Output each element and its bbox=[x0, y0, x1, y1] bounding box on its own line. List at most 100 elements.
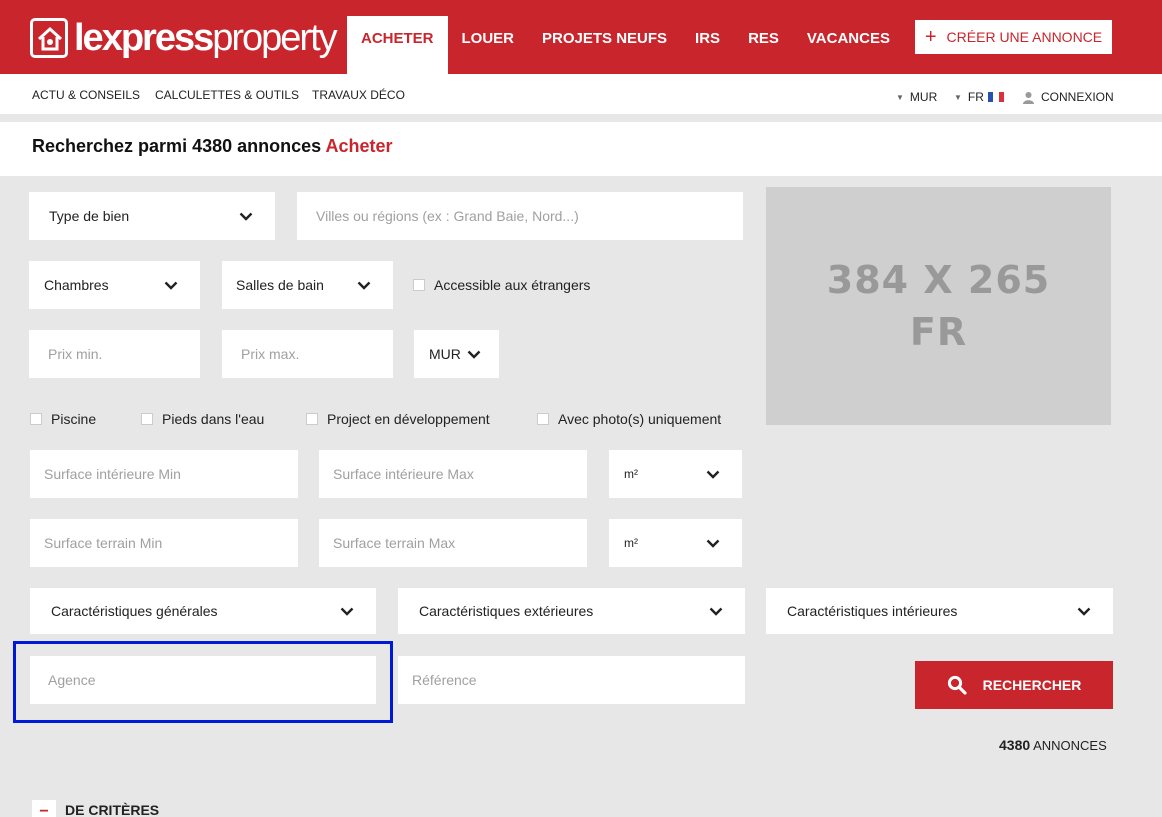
interior-surface-min-input[interactable] bbox=[30, 450, 298, 498]
with-photos-checkbox[interactable]: Avec photo(s) uniquement bbox=[537, 411, 721, 427]
price-min-input[interactable] bbox=[29, 330, 200, 378]
ad-lang-text: FR bbox=[909, 310, 968, 354]
minus-icon[interactable]: − bbox=[32, 800, 56, 817]
top-header: lexpressproperty ACHETER LOUER PROJETS N… bbox=[0, 0, 1162, 74]
criteria-label: DE CRITÈRES bbox=[65, 802, 160, 817]
criteria-toggle[interactable]: − DE CRITÈRES bbox=[32, 796, 159, 817]
currency-label: MUR bbox=[909, 90, 938, 104]
waterfront-checkbox[interactable]: Pieds dans l'eau bbox=[141, 411, 264, 427]
tab-acheter[interactable]: ACHETER bbox=[347, 16, 448, 74]
interior-surface-min-field[interactable] bbox=[30, 450, 298, 498]
caret-down-icon: ▼ bbox=[896, 92, 904, 102]
reference-input[interactable] bbox=[398, 656, 745, 704]
agency-input[interactable] bbox=[30, 656, 376, 704]
results-number: 4380 bbox=[999, 737, 1031, 753]
foreigners-label: Accessible aux étrangers bbox=[434, 277, 591, 293]
bedrooms-label: Chambres bbox=[44, 277, 109, 293]
agency-field[interactable] bbox=[30, 656, 376, 704]
login-label: CONNEXION bbox=[1041, 90, 1114, 104]
land-surface-max-field[interactable] bbox=[319, 519, 587, 567]
link-actu-conseils[interactable]: ACTU & CONSEILS bbox=[32, 88, 140, 102]
interior-unit-select[interactable]: m² bbox=[609, 450, 742, 498]
results-label: ANNONCES bbox=[1033, 738, 1107, 753]
development-project-label: Project en développement bbox=[327, 411, 490, 427]
link-calculettes-outils[interactable]: CALCULETTES & OUTILS bbox=[155, 88, 299, 102]
interior-unit-label: m² bbox=[624, 467, 638, 481]
bathrooms-label: Salles de bain bbox=[236, 277, 324, 293]
plus-icon: + bbox=[924, 26, 937, 48]
heading-mode: Acheter bbox=[325, 136, 393, 156]
tab-projets-neufs[interactable]: PROJETS NEUFS bbox=[528, 16, 681, 74]
development-project-checkbox[interactable]: Project en développement bbox=[306, 411, 490, 427]
checkbox-box[interactable] bbox=[141, 413, 153, 425]
currency-switcher[interactable]: ▼ MUR bbox=[896, 90, 937, 104]
page-title: Recherchez parmi 4380 annonces Acheter bbox=[32, 136, 393, 157]
chevron-down-icon bbox=[357, 281, 371, 290]
land-unit-label: m² bbox=[624, 536, 638, 550]
general-features-select[interactable]: Caractéristiques générales bbox=[30, 588, 376, 634]
interior-features-select[interactable]: Caractéristiques intérieures bbox=[766, 588, 1113, 634]
location-input[interactable] bbox=[297, 192, 743, 240]
language-switcher[interactable]: ▼ FR bbox=[954, 90, 1004, 104]
with-photos-label: Avec photo(s) uniquement bbox=[558, 411, 722, 427]
create-listing-button[interactable]: + CRÉER UNE ANNONCE bbox=[915, 20, 1112, 54]
results-count: 4380 ANNONCES bbox=[999, 737, 1107, 753]
checkbox-box[interactable] bbox=[413, 279, 425, 291]
land-unit-select[interactable]: m² bbox=[609, 519, 742, 567]
bedrooms-select[interactable]: Chambres bbox=[29, 261, 200, 309]
reference-field[interactable] bbox=[398, 656, 745, 704]
price-currency-label: MUR bbox=[429, 346, 461, 362]
logo-text: lexpressproperty bbox=[74, 17, 338, 59]
checkbox-box[interactable] bbox=[537, 413, 549, 425]
search-icon bbox=[947, 675, 967, 695]
pool-label: Piscine bbox=[51, 411, 97, 427]
language-label: FR bbox=[967, 90, 984, 104]
exterior-features-label: Caractéristiques extérieures bbox=[419, 603, 594, 619]
chevron-down-icon bbox=[706, 470, 720, 479]
price-min-field[interactable] bbox=[29, 330, 200, 378]
search-button[interactable]: RECHERCHER bbox=[915, 661, 1113, 709]
sub-nav: ACTU & CONSEILS CALCULETTES & OUTILS TRA… bbox=[0, 74, 1162, 118]
waterfront-label: Pieds dans l'eau bbox=[162, 411, 265, 427]
ad-placeholder[interactable]: 384 X 265 FR bbox=[766, 187, 1111, 425]
price-max-field[interactable] bbox=[222, 330, 393, 378]
house-logo-icon bbox=[30, 18, 68, 58]
chevron-down-icon bbox=[164, 281, 178, 290]
caret-down-icon: ▼ bbox=[954, 92, 962, 102]
chevron-down-icon bbox=[467, 350, 481, 359]
price-currency-select[interactable]: MUR bbox=[414, 330, 499, 378]
bathrooms-select[interactable]: Salles de bain bbox=[222, 261, 393, 309]
land-surface-max-input[interactable] bbox=[319, 519, 587, 567]
login-link[interactable]: CONNEXION bbox=[1022, 90, 1114, 104]
land-surface-min-input[interactable] bbox=[30, 519, 298, 567]
general-features-label: Caractéristiques générales bbox=[51, 603, 218, 619]
property-type-label: Type de bien bbox=[49, 208, 130, 224]
ad-size-text: 384 X 265 bbox=[826, 258, 1051, 302]
logo[interactable]: lexpressproperty bbox=[30, 14, 338, 62]
main-nav: ACHETER LOUER PROJETS NEUFS IRS RES VACA… bbox=[347, 16, 904, 74]
land-surface-min-field[interactable] bbox=[30, 519, 298, 567]
price-max-input[interactable] bbox=[222, 330, 393, 378]
tab-res[interactable]: RES bbox=[734, 16, 793, 74]
foreigners-checkbox[interactable]: Accessible aux étrangers bbox=[413, 277, 590, 293]
tab-louer[interactable]: LOUER bbox=[448, 16, 529, 74]
pool-checkbox[interactable]: Piscine bbox=[30, 411, 96, 427]
checkbox-box[interactable] bbox=[306, 413, 318, 425]
property-type-select[interactable]: Type de bien bbox=[29, 192, 275, 240]
chevron-down-icon bbox=[706, 539, 720, 548]
tab-irs[interactable]: IRS bbox=[681, 16, 734, 74]
chevron-down-icon bbox=[239, 212, 253, 221]
checkbox-box[interactable] bbox=[30, 413, 42, 425]
interior-surface-max-field[interactable] bbox=[319, 450, 587, 498]
search-label: RECHERCHER bbox=[982, 677, 1082, 693]
exterior-features-select[interactable]: Caractéristiques extérieures bbox=[398, 588, 745, 634]
tab-vacances[interactable]: VACANCES bbox=[793, 16, 904, 74]
interior-surface-max-input[interactable] bbox=[319, 450, 587, 498]
chevron-down-icon bbox=[340, 607, 354, 616]
heading-prefix: Recherchez parmi 4380 annonces bbox=[32, 136, 322, 156]
location-field[interactable] bbox=[297, 192, 743, 240]
user-icon bbox=[1023, 91, 1034, 104]
link-travaux-deco[interactable]: TRAVAUX DÉCO bbox=[312, 88, 405, 102]
create-listing-label: CRÉER UNE ANNONCE bbox=[946, 29, 1103, 45]
search-heading-bar: Recherchez parmi 4380 annonces Acheter bbox=[0, 122, 1162, 176]
